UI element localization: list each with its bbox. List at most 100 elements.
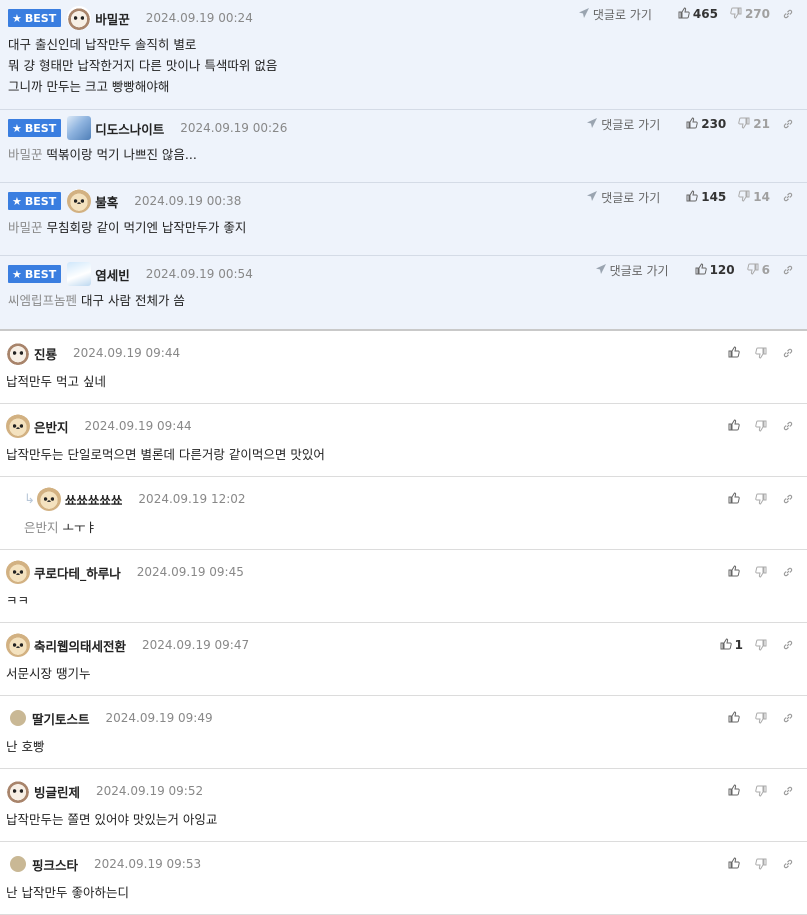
downvote-button[interactable] xyxy=(755,712,770,724)
author-name[interactable]: 핑크스타 xyxy=(32,855,78,874)
author-name[interactable]: 염세빈 xyxy=(95,265,130,284)
upvote-button[interactable]: 145 xyxy=(686,189,726,205)
thumbs-down-icon xyxy=(755,858,767,870)
link-icon[interactable] xyxy=(782,566,797,578)
link-icon[interactable] xyxy=(782,8,797,20)
comment-item: 은반지 2024.09.19 09:44 납작만두는 단일로먹으면 별론데 다른거랑… xyxy=(0,404,807,477)
link-icon[interactable] xyxy=(782,118,797,130)
best-badge: ★ BEST xyxy=(8,9,62,27)
best-comment: ★ BEST 불혹 2024.09.19 00:38 바밀꾼 무침회랑 같이 먹기엔 납작… xyxy=(0,183,807,256)
author-name[interactable]: 축리웹의태세전환 xyxy=(34,636,126,655)
avatar[interactable] xyxy=(6,560,30,584)
send-icon xyxy=(595,263,610,278)
upvote-button[interactable]: 1 xyxy=(720,637,743,653)
comment-text: 무침회랑 같이 먹기엔 납작만두가 좋지 xyxy=(46,220,247,235)
comment-item: 딸기토스트 2024.09.19 09:49 난 호빵 xyxy=(0,696,807,769)
avatar[interactable] xyxy=(36,487,61,511)
author-name[interactable]: 불혹 xyxy=(95,192,118,211)
upvote-button[interactable]: 465 xyxy=(678,6,718,22)
comment-body: 난 납작만두 좋아하는디 xyxy=(6,882,807,903)
comment-body: 서문시장 땡기누 xyxy=(6,663,807,684)
comment-item: 빙글린제 2024.09.19 09:52 납작만두는 쫄면 있어야 맛있는거 아잉… xyxy=(0,769,807,842)
avatar[interactable] xyxy=(6,633,30,657)
thumbs-up-icon xyxy=(728,564,743,580)
reply-mention[interactable]: 바밀꾼 xyxy=(8,220,43,235)
author-name[interactable]: 은반지 xyxy=(34,417,69,436)
author-name[interactable]: 쑈쑈쑈쑈쑈 xyxy=(65,490,123,509)
link-icon[interactable] xyxy=(782,264,797,276)
goto-comment-link[interactable]: 댓글로 가기 xyxy=(586,116,660,133)
send-icon xyxy=(578,7,593,22)
avatar[interactable] xyxy=(10,856,26,872)
downvote-button[interactable] xyxy=(755,566,770,578)
avatar[interactable] xyxy=(6,414,30,438)
link-icon[interactable] xyxy=(782,493,797,505)
comment-time: 2024.09.19 09:47 xyxy=(142,638,250,652)
upvote-button[interactable] xyxy=(728,418,743,434)
best-comment: ★ BEST 바밀꾼 2024.09.19 00:24 대구 출신인데 납작만두 솔직히… xyxy=(0,0,807,110)
link-icon[interactable] xyxy=(782,785,797,797)
comment-actions xyxy=(716,412,797,440)
downvote-count: 21 xyxy=(753,117,770,131)
avatar[interactable] xyxy=(67,116,92,140)
upvote-button[interactable] xyxy=(728,564,743,580)
comment-actions: 댓글로 가기 230 21 xyxy=(586,110,797,138)
reply-mention[interactable]: 씨엠립프놈펜 xyxy=(8,293,77,308)
send-icon xyxy=(586,190,601,205)
star-icon: ★ xyxy=(12,11,22,25)
link-icon[interactable] xyxy=(782,191,797,203)
downvote-button[interactable]: 270 xyxy=(730,7,770,22)
link-icon[interactable] xyxy=(782,420,797,432)
upvote-button[interactable] xyxy=(728,345,743,361)
downvote-button[interactable]: 6 xyxy=(746,263,770,278)
downvote-button[interactable] xyxy=(755,639,770,651)
goto-comment-link[interactable]: 댓글로 가기 xyxy=(586,189,660,206)
comment-line: 바밀꾼 무침회랑 같이 먹기엔 납작만두가 좋지 xyxy=(8,217,807,238)
downvote-button[interactable] xyxy=(755,420,770,432)
reply-mention[interactable]: 은반지 xyxy=(24,520,59,535)
comment-actions: 댓글로 가기 465 270 xyxy=(578,0,797,28)
goto-comment-link[interactable]: 댓글로 가기 xyxy=(578,6,652,23)
downvote-button[interactable]: 21 xyxy=(738,117,770,132)
downvote-count: 14 xyxy=(753,190,770,204)
link-icon[interactable] xyxy=(782,347,797,359)
comment-item: 핑크스타 2024.09.19 09:53 난 납작만두 좋아하는디 xyxy=(0,842,807,915)
author-name[interactable]: 바밀꾼 xyxy=(95,9,130,28)
downvote-button[interactable]: 14 xyxy=(738,190,770,205)
upvote-button[interactable] xyxy=(728,710,743,726)
link-icon[interactable] xyxy=(782,858,797,870)
avatar[interactable] xyxy=(6,341,30,365)
author-name[interactable]: 딸기토스트 xyxy=(32,709,90,728)
link-icon[interactable] xyxy=(782,712,797,724)
author-name[interactable]: 디도스나이트 xyxy=(95,119,164,138)
comment-body: 은반지 ㅗㅜㅑ xyxy=(24,517,807,538)
link-icon[interactable] xyxy=(782,639,797,651)
avatar[interactable] xyxy=(67,6,92,30)
downvote-button[interactable] xyxy=(755,858,770,870)
avatar[interactable] xyxy=(67,262,92,286)
author-name[interactable]: 쿠로다테_하루나 xyxy=(34,563,121,582)
avatar[interactable] xyxy=(10,710,26,726)
avatar[interactable] xyxy=(67,189,92,213)
downvote-button[interactable] xyxy=(755,347,770,359)
comment-line: 그니까 만두는 크고 빵빵해야해 xyxy=(8,76,807,97)
upvote-button[interactable]: 230 xyxy=(686,116,726,132)
reply-mention[interactable]: 바밀꾼 xyxy=(8,147,43,162)
comment-actions xyxy=(716,485,797,513)
author-name[interactable]: 진룡 xyxy=(34,344,57,363)
upvote-button[interactable]: 120 xyxy=(695,262,735,278)
comment-item: 쿠로다테_하루나 2024.09.19 09:45 ㅋㅋ xyxy=(0,550,807,623)
downvote-button[interactable] xyxy=(755,785,770,797)
avatar[interactable] xyxy=(6,779,30,803)
comment-header: ↳ 쑈쑈쑈쑈쑈 2024.09.19 12:02 xyxy=(24,487,807,511)
star-icon: ★ xyxy=(12,194,22,208)
goto-comment-link[interactable]: 댓글로 가기 xyxy=(595,262,669,279)
comment-body: 납작만두는 단일로먹으면 별론데 다른거랑 같이먹으면 맛있어 xyxy=(6,444,807,465)
downvote-button[interactable] xyxy=(755,493,770,505)
upvote-button[interactable] xyxy=(728,491,743,507)
comment-text: 납작만두는 쫄면 있어야 맛있는거 아잉교 xyxy=(6,812,218,827)
author-name[interactable]: 빙글린제 xyxy=(34,782,80,801)
best-badge: ★ BEST xyxy=(8,119,62,137)
upvote-button[interactable] xyxy=(728,783,743,799)
upvote-button[interactable] xyxy=(728,856,743,872)
